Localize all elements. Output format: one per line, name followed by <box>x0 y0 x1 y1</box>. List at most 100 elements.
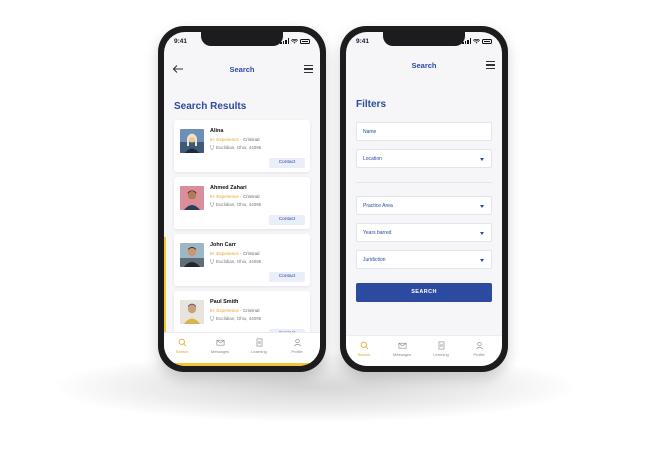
page-title: Filters <box>356 99 387 110</box>
location-pin-icon <box>210 316 214 321</box>
lawyer-name: Alina <box>210 128 224 134</box>
tab-messages[interactable]: Messages <box>387 341 417 357</box>
battery-icon <box>482 38 492 44</box>
avatar <box>180 300 204 324</box>
lawyer-tags: 5+ Experience · Criminal <box>210 194 259 199</box>
chevron-down-icon <box>480 232 484 235</box>
name-field[interactable]: Name <box>356 122 492 141</box>
location-text: Euclidian, Ohio, 44095 <box>216 202 262 207</box>
mail-icon <box>216 339 224 346</box>
lawyer-tags: 5+ Experience · Criminal <box>210 251 259 256</box>
tag-separator: · <box>240 251 242 256</box>
contact-button[interactable]: Contact <box>269 158 305 168</box>
jurisdiction-select[interactable]: Juridiction <box>356 250 492 269</box>
hamburger-menu-icon[interactable] <box>304 65 313 73</box>
lawyer-location: Euclidian, Ohio, 44095 <box>210 202 261 207</box>
section-divider <box>356 182 492 183</box>
user-icon <box>475 341 483 350</box>
tab-learning[interactable]: Learning <box>244 338 274 354</box>
status-time: 9:41 <box>356 38 370 45</box>
wifi-icon <box>291 38 298 44</box>
contact-button[interactable]: Contact <box>269 215 305 225</box>
tab-search[interactable]: Search <box>167 338 197 354</box>
location-text: Euclidian, Ohio, 44095 <box>216 316 262 321</box>
nav-title: Search <box>229 65 255 74</box>
search-icon <box>360 341 368 350</box>
location-pin-icon <box>210 145 214 150</box>
avatar <box>180 243 204 267</box>
location-pin-icon <box>210 202 214 207</box>
lawyer-tags: 5+ Experience · Criminal <box>210 137 259 142</box>
mail-icon <box>398 342 406 349</box>
tab-profile[interactable]: Profile <box>282 338 312 354</box>
practice-tag: Criminal <box>242 308 260 313</box>
practice-tag: Criminal <box>242 194 260 199</box>
phone-notch <box>201 32 283 46</box>
lawyer-name: Paul Smith <box>210 299 239 305</box>
lawyer-tags: 5+ Experience · Criminal <box>210 308 259 313</box>
page-title: Search Results <box>174 101 247 112</box>
chevron-down-icon <box>480 158 484 161</box>
result-card[interactable]: Ahmed Zahari 5+ Experience · Criminal Eu… <box>174 177 310 229</box>
status-icons <box>462 38 492 44</box>
years-barred-select[interactable]: Years barred <box>356 223 492 242</box>
status-time: 9:41 <box>174 38 188 45</box>
tab-search[interactable]: Search <box>349 341 379 357</box>
phone-search-results: 9:41 Search Search Results Alina 5+ Expe… <box>158 26 326 372</box>
navbar: Search <box>164 62 320 78</box>
experience-tag: 5+ Experience <box>210 251 239 256</box>
result-card[interactable]: Alina 5+ Experience · Criminal Euclidian… <box>174 120 310 172</box>
location-select[interactable]: Location <box>356 149 492 168</box>
nav-title: Search <box>411 61 437 70</box>
jurisdiction-label: Juridiction <box>363 257 386 263</box>
tag-separator: · <box>240 194 242 199</box>
tab-messages[interactable]: Messages <box>205 338 235 354</box>
avatar <box>180 186 204 210</box>
tab-label: Profile <box>473 352 485 357</box>
status-icons <box>280 38 310 44</box>
highlight-bar <box>164 363 320 366</box>
practice-tag: Criminal <box>242 137 260 142</box>
tab-bar: Search Messages Learning Profile <box>346 335 502 366</box>
tab-label: Messages <box>210 349 230 354</box>
tab-bar: Search Messages Learning Profile <box>164 332 320 363</box>
tab-label: Messages <box>392 352 412 357</box>
lawyer-location: Euclidian, Ohio, 44095 <box>210 316 261 321</box>
practice-area-select[interactable]: Practice Area <box>356 196 492 215</box>
lawyer-location: Euclidian, Ohio, 44095 <box>210 259 261 264</box>
document-icon <box>256 338 262 347</box>
chevron-down-icon <box>480 259 484 262</box>
name-field-placeholder: Name <box>363 129 377 135</box>
navbar: Search <box>346 58 502 74</box>
result-card[interactable]: John Carr 5+ Experience · Criminal Eucli… <box>174 234 310 286</box>
experience-tag: 5+ Experience <box>210 308 239 313</box>
tag-separator: · <box>240 137 242 142</box>
lawyer-location: Euclidian, Ohio, 44095 <box>210 145 261 150</box>
tag-separator: · <box>240 308 242 313</box>
tab-label: Search <box>175 349 189 354</box>
contact-button[interactable]: Contact <box>269 272 305 282</box>
screen-filters: 9:41 Search Filters Name Location Practi… <box>346 32 502 366</box>
tab-learning[interactable]: Learning <box>426 341 456 357</box>
search-button[interactable]: SEARCH <box>356 283 492 302</box>
wifi-icon <box>473 38 480 44</box>
tab-profile[interactable]: Profile <box>464 341 494 357</box>
location-text: Euclidian, Ohio, 44095 <box>216 259 262 264</box>
practice-area-label: Practice Area <box>363 203 393 209</box>
phone-notch <box>383 32 465 46</box>
tab-label: Profile <box>291 349 303 354</box>
user-icon <box>293 338 301 347</box>
search-icon <box>178 338 186 347</box>
years-barred-label: Years barred <box>363 230 392 236</box>
hamburger-menu-icon[interactable] <box>486 61 495 69</box>
location-text: Euclidian, Ohio, 44095 <box>216 145 262 150</box>
phone-filters: 9:41 Search Filters Name Location Practi… <box>340 26 508 372</box>
avatar <box>180 129 204 153</box>
practice-tag: Criminal <box>242 251 260 256</box>
lawyer-name: Ahmed Zahari <box>210 185 247 191</box>
tab-label: Search <box>357 352 371 357</box>
battery-icon <box>300 38 310 44</box>
lawyer-name: John Carr <box>210 242 236 248</box>
location-pin-icon <box>210 259 214 264</box>
experience-tag: 5+ Experience <box>210 194 239 199</box>
